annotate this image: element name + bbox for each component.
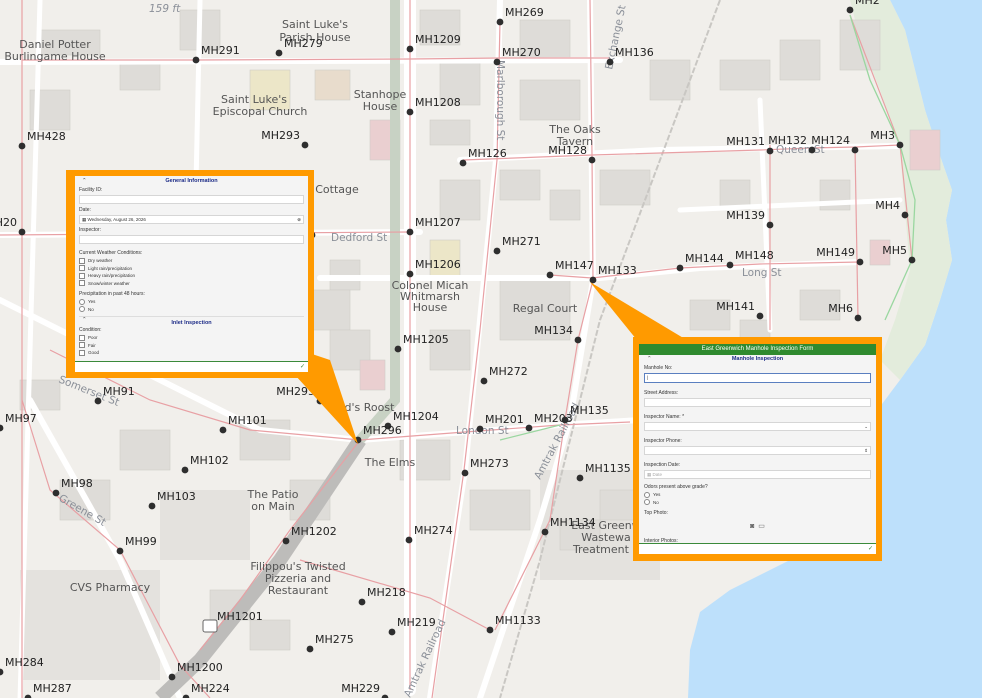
field-label: Top Photo:	[644, 510, 668, 516]
field-label: Facility ID:	[79, 187, 103, 193]
odors-option[interactable]: Yes	[644, 491, 871, 498]
field-label: Odors present above grade?	[644, 484, 708, 490]
section-title: General Information	[165, 178, 218, 184]
precip-option[interactable]: No	[79, 306, 304, 312]
submit-bar: ✓	[639, 543, 876, 554]
form-header: East Greenwich Manhole Inspection Form	[639, 344, 876, 355]
checkbox[interactable]	[79, 265, 85, 271]
weather-option[interactable]: Light rain/precipitation	[79, 265, 304, 271]
condition-option[interactable]: Poor	[79, 334, 304, 341]
weather-option[interactable]: Snow/winter weather	[79, 280, 304, 286]
inspector-phone-input[interactable]: ⇕	[644, 446, 871, 455]
field-label: Precipitation in past 48 hours:	[79, 291, 145, 297]
left-popup: ⌃ General Information Facility ID: Date:…	[66, 170, 314, 378]
date-input[interactable]: ▦ Wednesday, August 26, 2026 ⊗	[79, 215, 304, 224]
date-placeholder: Date	[652, 472, 663, 477]
checkbox[interactable]	[79, 272, 85, 279]
street-address-input[interactable]	[644, 398, 871, 407]
weather-option[interactable]: Dry weather	[79, 257, 304, 264]
radio[interactable]	[644, 499, 650, 505]
field-label: Date:	[79, 207, 91, 213]
right-popup: East Greenwich Manhole Inspection Form ⌃…	[633, 337, 882, 561]
manhole-no-input[interactable]: |	[644, 373, 871, 383]
facility-id-input[interactable]	[79, 195, 304, 204]
checkbox[interactable]	[79, 257, 85, 264]
weather-option[interactable]: Heavy rain/precipitation	[79, 272, 304, 279]
odors-option[interactable]: No	[644, 499, 871, 505]
date-value: Wednesday, August 26, 2026	[87, 217, 146, 222]
section-title: Inlet Inspection	[171, 320, 212, 326]
checkbox[interactable]	[79, 349, 85, 356]
collapse-chevron-icon[interactable]: ⌃	[647, 356, 652, 362]
option-label: Yes	[653, 492, 661, 497]
camera-icon[interactable]: ◙	[750, 523, 754, 530]
checkmark-icon[interactable]: ✓	[868, 546, 873, 552]
field-label: Condition:	[79, 327, 102, 333]
collapse-chevron-icon[interactable]: ⌃	[82, 317, 87, 323]
collapse-chevron-icon[interactable]: ⌃	[82, 178, 87, 184]
field-label: Inspector:	[79, 227, 101, 233]
option-label: Poor	[88, 335, 98, 340]
field-label: Inspection Date:	[644, 462, 681, 468]
option-label: Good	[88, 350, 100, 355]
field-label: Manhole No:	[644, 365, 673, 371]
stepper-icon[interactable]: ⇕	[864, 447, 868, 454]
field-label: Inspector Phone:	[644, 438, 682, 444]
chevron-down-icon: ⌄	[864, 424, 868, 429]
radio[interactable]	[644, 491, 650, 498]
section-header-manhole[interactable]: ⌃ Manhole Inspection	[644, 356, 871, 362]
checkbox[interactable]	[79, 334, 85, 341]
option-label: Yes	[88, 299, 96, 304]
precip-option[interactable]: Yes	[79, 298, 304, 305]
manhole-form: East Greenwich Manhole Inspection Form ⌃…	[639, 344, 876, 554]
submit-bar: ✓	[75, 361, 308, 372]
weather-options: Dry weather Light rain/precipitation Hea…	[79, 257, 304, 286]
section-header-general[interactable]: ⌃ General Information	[79, 178, 304, 184]
section-header-inlet[interactable]: ⌃ Inlet Inspection	[79, 316, 304, 326]
condition-option[interactable]: Good	[79, 349, 304, 356]
field-label: Inspector Name: *	[644, 414, 685, 420]
checkmark-icon[interactable]: ✓	[300, 364, 305, 370]
option-label: No	[653, 499, 659, 505]
option-label: Dry weather	[88, 258, 113, 263]
photo-actions: ◙ ▭	[644, 522, 871, 530]
option-label: No	[88, 306, 94, 312]
general-form: ⌃ General Information Facility ID: Date:…	[75, 176, 308, 372]
radio[interactable]	[79, 298, 85, 305]
clear-icon[interactable]: ⊗	[297, 216, 301, 223]
field-label: Current Weather Conditions:	[79, 250, 143, 256]
option-label: Fair	[88, 342, 96, 348]
checkbox[interactable]	[79, 280, 85, 286]
condition-option[interactable]: Fair	[79, 342, 304, 348]
radio[interactable]	[79, 306, 85, 312]
inspection-date-input[interactable]: ▦ Date	[644, 470, 871, 479]
option-label: Light rain/precipitation	[88, 265, 133, 271]
inspector-input[interactable]	[79, 235, 304, 244]
option-label: Snow/winter weather	[88, 280, 130, 286]
option-label: Heavy rain/precipitation	[88, 273, 136, 278]
section-title: Manhole Inspection	[731, 356, 784, 362]
inspector-name-select[interactable]: ⌄	[644, 422, 871, 431]
folder-icon[interactable]: ▭	[758, 523, 765, 530]
checkbox[interactable]	[79, 342, 85, 348]
field-label: Street Address:	[644, 390, 679, 396]
